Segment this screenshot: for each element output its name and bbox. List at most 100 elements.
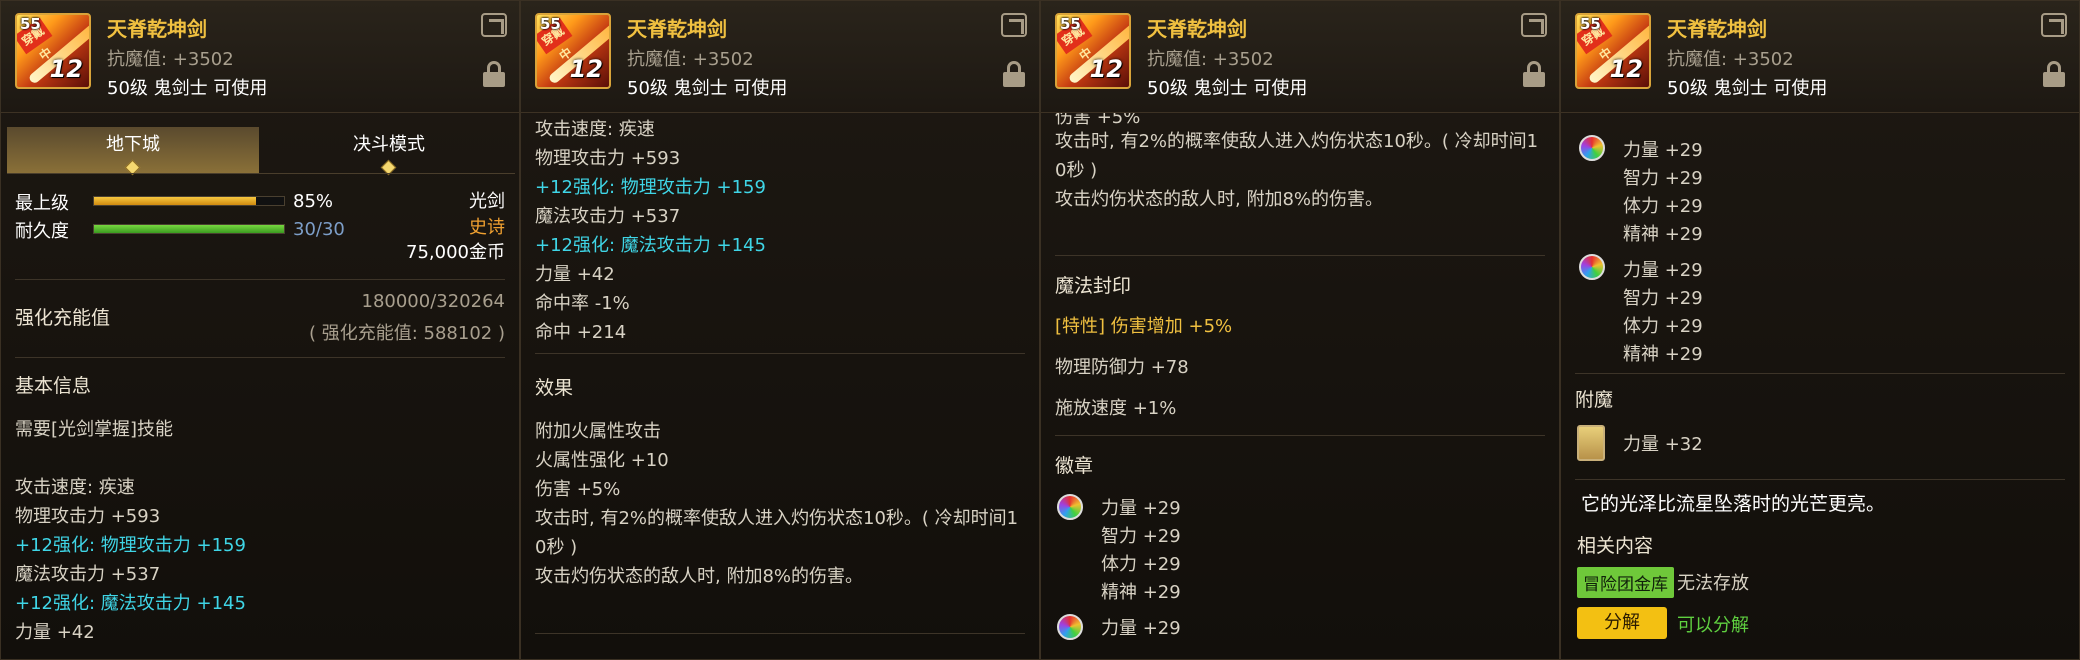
- tooltip-panel-1: 穿戴中 55 12 天脊乾坤剑 抗魔值: +3502 50级 鬼剑士 可使用 地…: [0, 0, 520, 660]
- effect-line: 伤害 +5%: [535, 479, 621, 500]
- enhance-sub: ( 强化充能值: 588102 ): [309, 323, 505, 344]
- bank-note: 无法存放: [1677, 573, 1749, 594]
- effect-line: 攻击灼伤状态的敌人时, 附加8%的伤害。: [535, 566, 863, 587]
- emblem-orb-icon: [1057, 614, 1083, 640]
- share-icon[interactable]: [1001, 13, 1027, 37]
- tooltip-body: 攻击速度: 疾速 物理攻击力 +593 +12强化: 物理攻击力 +159 魔法…: [521, 113, 1039, 659]
- icon-plus: 12: [1089, 55, 1123, 83]
- top-level-bar: [93, 196, 285, 206]
- effect-line: 火属性强化 +10: [535, 450, 669, 471]
- weapon-type: 光剑: [469, 191, 505, 212]
- top-level-value: 85%: [293, 191, 334, 212]
- icon-plus: 12: [49, 55, 83, 83]
- tooltip-body: 力量 +29 智力 +29 体力 +29 精神 +29 力量 +29 智力 +2…: [1561, 113, 2079, 659]
- lock-icon[interactable]: [1523, 61, 1545, 87]
- item-name: 天脊乾坤剑: [627, 17, 727, 41]
- skill-requirement: 需要[光剑掌握]技能: [15, 419, 174, 440]
- flavor-text: 它的光泽比流星坠落时的光芒更亮。: [1581, 493, 1886, 515]
- requirement-text: 50级 鬼剑士 可使用: [627, 78, 788, 99]
- seal-special: [特性] 伤害增加 +5%: [1055, 316, 1233, 337]
- seal-line: 物理防御力 +78: [1055, 357, 1189, 378]
- mode-tabs: 地下城 决斗模式: [7, 127, 515, 176]
- strength-stat: 力量 +42: [535, 264, 615, 285]
- physical-enhance: +12强化: 物理攻击力 +159: [15, 535, 246, 556]
- emblem-stat: 力量 +29: [1623, 140, 1703, 161]
- icon-level: 55: [1580, 15, 1601, 33]
- anti-magic-value: 抗魔值: +3502: [1667, 49, 1794, 70]
- emblem-stat: 智力 +29: [1101, 526, 1181, 547]
- tab-dungeon[interactable]: 地下城: [7, 127, 259, 176]
- durability-label: 耐久度: [15, 221, 69, 242]
- enhance-label: 强化充能值: [15, 307, 111, 329]
- item-header: 穿戴中 55 12 天脊乾坤剑 抗魔值: +3502 50级 鬼剑士 可使用: [1041, 1, 1559, 113]
- lock-icon[interactable]: [483, 61, 505, 87]
- seal-title: 魔法封印: [1055, 275, 1132, 297]
- anti-magic-value: 抗魔值: +3502: [107, 49, 234, 70]
- emblem-orb-icon: [1579, 254, 1605, 280]
- emblem-orb-icon: [1057, 494, 1083, 520]
- effect-line: 攻击时, 有2%的概率使敌人进入灼伤状态10秒。( 冷却时间1: [535, 508, 1019, 529]
- tooltip-panel-4: 穿戴中 55 12 天脊乾坤剑 抗魔值: +3502 50级 鬼剑士 可使用 力…: [1560, 0, 2080, 660]
- magic-enhance: +12强化: 魔法攻击力 +145: [15, 593, 246, 614]
- attack-speed: 攻击速度: 疾速: [15, 477, 135, 498]
- requirement-text: 50级 鬼剑士 可使用: [1667, 78, 1828, 99]
- icon-level: 55: [540, 15, 561, 33]
- item-header: 穿戴中 55 12 天脊乾坤剑 抗魔值: +3502 50级 鬼剑士 可使用: [1561, 1, 2079, 113]
- tooltip-panel-2: 穿戴中 55 12 天脊乾坤剑 抗魔值: +3502 50级 鬼剑士 可使用 攻…: [520, 0, 1040, 660]
- effect-line: 附加火属性攻击: [535, 421, 661, 442]
- magic-enhance: +12强化: 魔法攻击力 +145: [535, 235, 766, 256]
- enchant-card-icon: [1577, 425, 1605, 461]
- anti-magic-value: 抗魔值: +3502: [627, 49, 754, 70]
- share-icon[interactable]: [481, 13, 507, 37]
- item-tooltip-strip: 穿戴中 55 12 天脊乾坤剑 抗魔值: +3502 50级 鬼剑士 可使用 地…: [0, 0, 2080, 660]
- sword-icon: 穿戴中 55 12: [535, 13, 611, 89]
- enhance-value: 180000/320264: [361, 291, 506, 312]
- top-level-label: 最上级: [15, 193, 69, 214]
- strength-stat: 力量 +42: [15, 622, 95, 643]
- item-name: 天脊乾坤剑: [1147, 17, 1247, 41]
- disassemble-button[interactable]: 分解: [1577, 607, 1667, 639]
- adventure-bank-button[interactable]: 冒险团金库: [1577, 567, 1674, 598]
- physical-enhance: +12强化: 物理攻击力 +159: [535, 177, 766, 198]
- share-icon[interactable]: [2041, 13, 2067, 37]
- emblem-stat: 体力 +29: [1623, 316, 1703, 337]
- emblem-stat: 智力 +29: [1623, 288, 1703, 309]
- price-text: 75,000金币: [406, 242, 505, 263]
- seal-line: 施放速度 +1%: [1055, 398, 1177, 419]
- emblem-stat: 精神 +29: [1101, 582, 1181, 603]
- emblem-stat: 精神 +29: [1623, 344, 1703, 365]
- related-title: 相关内容: [1577, 535, 1654, 557]
- magic-attack: 魔法攻击力 +537: [15, 564, 161, 585]
- tooltip-body: 地下城 决斗模式 最上级 85% 耐久度 30/30 光剑 史诗 75,000金…: [1, 113, 519, 659]
- rarity-text: 史诗: [469, 217, 505, 238]
- effect-title: 效果: [535, 377, 574, 399]
- emblem-stat: 力量 +29: [1101, 618, 1181, 639]
- sword-icon: 穿戴中 55 12: [15, 13, 91, 89]
- disassemble-note: 可以分解: [1677, 615, 1749, 636]
- anti-magic-value: 抗魔值: +3502: [1147, 49, 1274, 70]
- emblem-title: 徽章: [1055, 455, 1094, 477]
- item-name: 天脊乾坤剑: [107, 17, 207, 41]
- effect-line: 攻击时, 有2%的概率使敌人进入灼伤状态10秒。( 冷却时间1: [1055, 131, 1539, 152]
- icon-plus: 12: [1609, 55, 1643, 83]
- emblem-stat: 精神 +29: [1623, 224, 1703, 245]
- sword-icon: 穿戴中 55 12: [1055, 13, 1131, 89]
- hit-stat: 命中 +214: [535, 322, 627, 343]
- effect-line: 攻击灼伤状态的敌人时, 附加8%的伤害。: [1055, 189, 1383, 210]
- emblem-orb-icon: [1579, 135, 1605, 161]
- lock-icon[interactable]: [1003, 61, 1025, 87]
- requirement-text: 50级 鬼剑士 可使用: [107, 78, 268, 99]
- physical-attack: 物理攻击力 +593: [15, 506, 161, 527]
- effect-line: 0秒 ): [535, 537, 578, 558]
- durability-value: 30/30: [293, 219, 345, 240]
- durability-bar: [93, 224, 285, 234]
- lock-icon[interactable]: [2043, 61, 2065, 87]
- tab-duel[interactable]: 决斗模式: [263, 127, 515, 176]
- basic-info-title: 基本信息: [15, 375, 92, 397]
- emblem-stat: 体力 +29: [1101, 554, 1181, 575]
- physical-attack: 物理攻击力 +593: [535, 148, 681, 169]
- item-header: 穿戴中 55 12 天脊乾坤剑 抗魔值: +3502 50级 鬼剑士 可使用: [1, 1, 519, 113]
- share-icon[interactable]: [1521, 13, 1547, 37]
- magic-attack: 魔法攻击力 +537: [535, 206, 681, 227]
- hit-rate-stat: 命中率 -1%: [535, 293, 630, 314]
